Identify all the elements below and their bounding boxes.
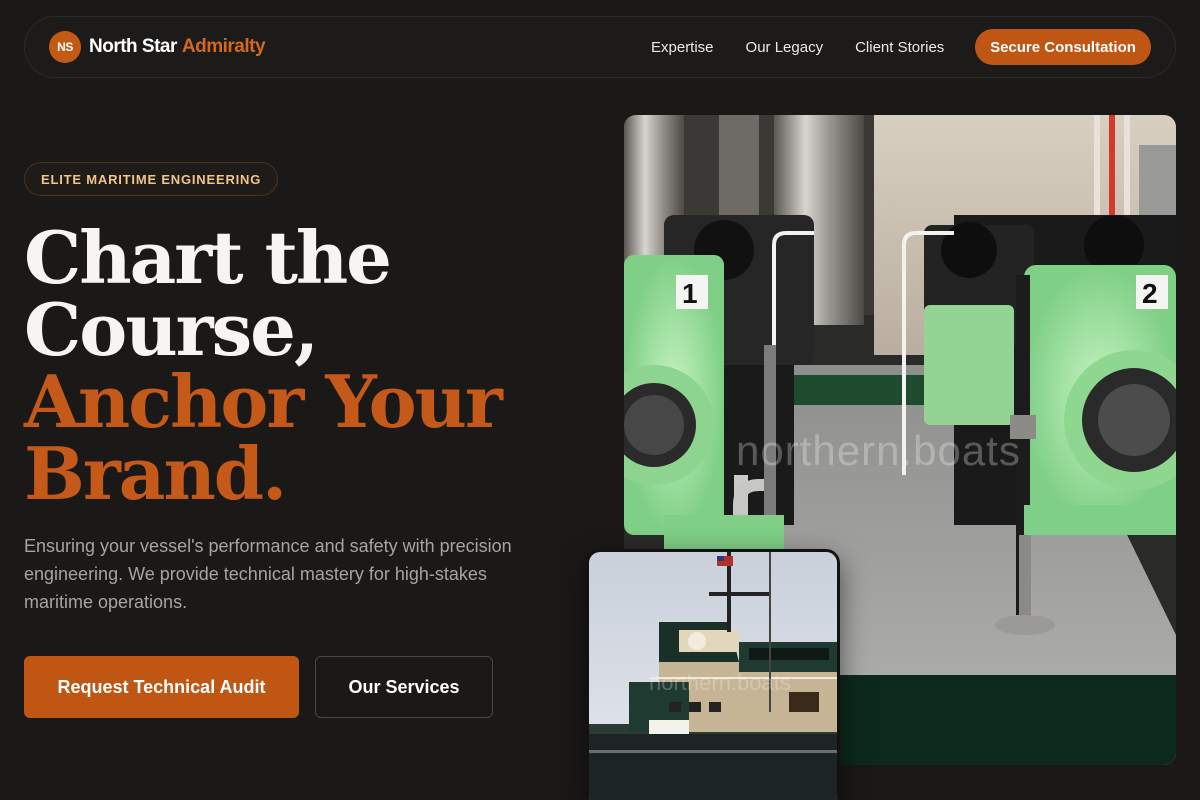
ship-image: northern.boats [586,549,840,800]
nav-links: Expertise Our Legacy Client Stories [651,17,976,77]
request-technical-audit-button[interactable]: Request Technical Audit [24,656,299,718]
brand-name-accent: Admiralty [181,36,266,57]
headline-line-1: Chart the [24,215,392,300]
hero-headline: Chart the Course, Anchor Your Brand. [24,222,584,510]
headline-line-2: Course, [24,287,319,372]
nav-link-expertise[interactable]: Expertise [651,39,714,56]
machine-number-1: 1 [682,278,698,309]
brand-name: North Star [89,36,177,57]
eyebrow-badge: ELITE MARITIME ENGINEERING [24,162,279,196]
nav-link-our-legacy[interactable]: Our Legacy [746,39,824,56]
our-services-button[interactable]: Our Services [315,656,493,718]
top-navigation: NS North Star Admiralty Expertise Our Le… [24,16,1176,78]
brand-badge: NS [49,31,81,63]
secure-consultation-button[interactable]: Secure Consultation [975,29,1151,65]
headline-line-4: Brand. [24,431,287,516]
brand-logo[interactable]: NS North Star Admiralty [49,31,266,63]
headline-line-3: Anchor Your [24,359,503,444]
hero-subcopy: Ensuring your vessel's performance and s… [24,536,512,612]
ship-image-watermark: northern.boats [649,670,791,695]
machine-number-2: 2 [1142,278,1158,309]
nav-link-client-stories[interactable]: Client Stories [855,39,944,56]
engine-image-watermark: northern.boats [736,427,1021,474]
